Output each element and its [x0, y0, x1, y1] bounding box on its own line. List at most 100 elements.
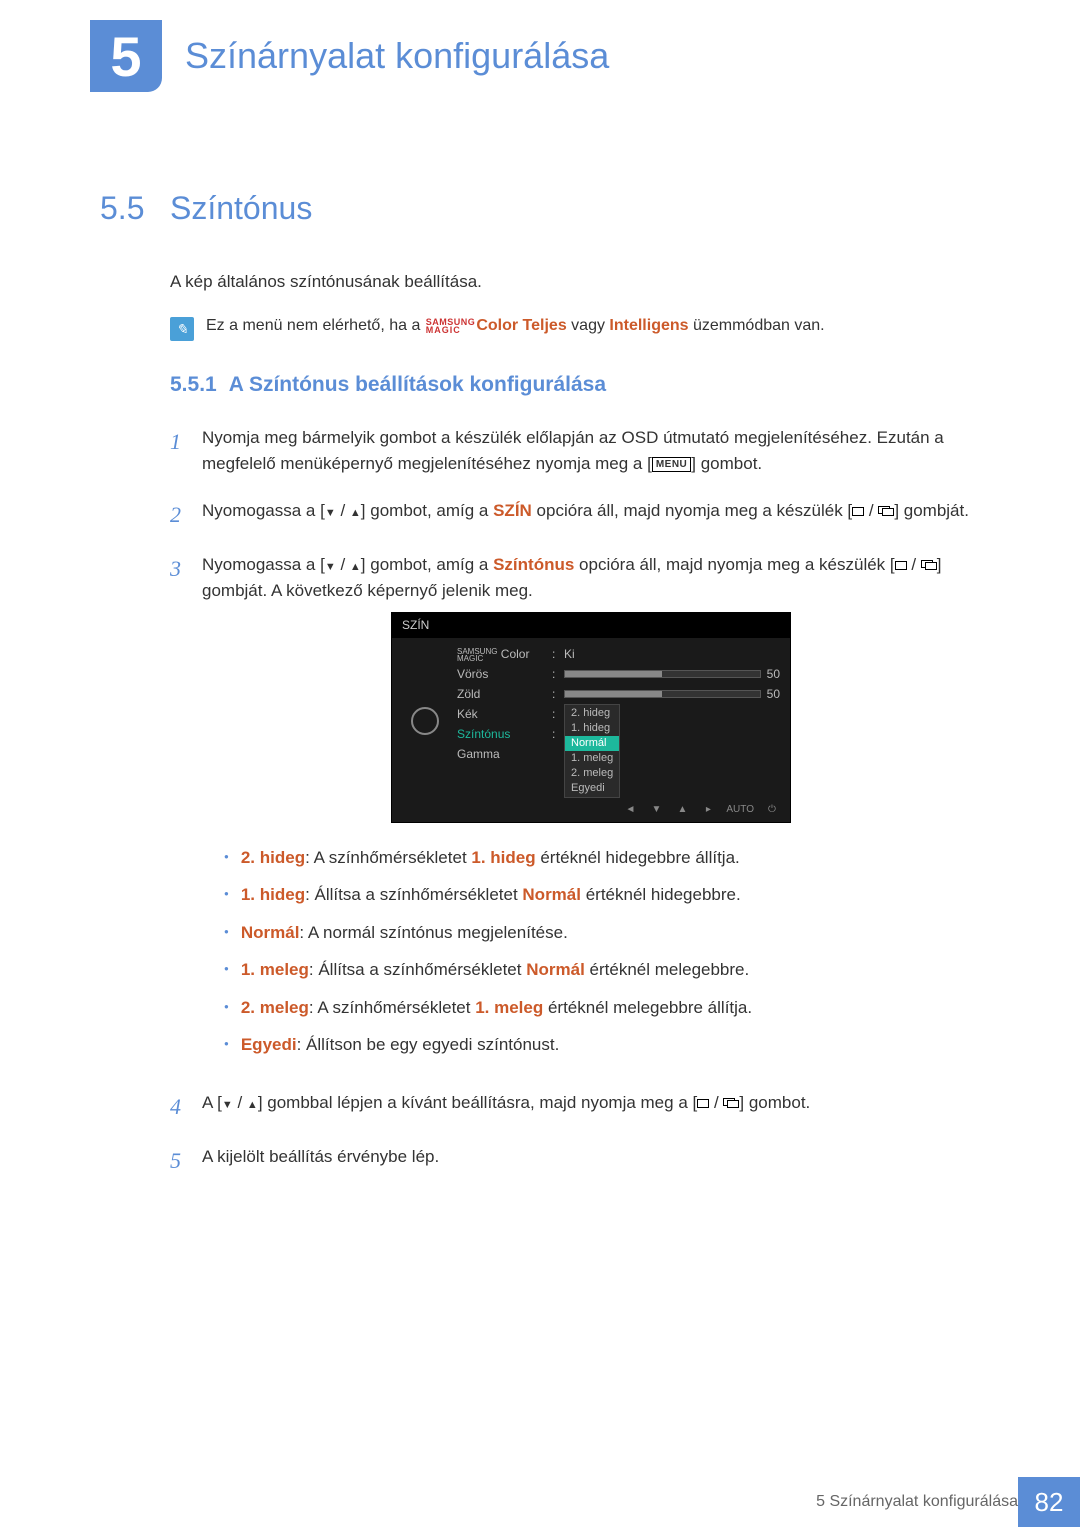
bullet-list: ● 2. hideg: A színhőmérsékletet 1. hideg …	[224, 845, 980, 1058]
subsection-heading: 5.5.1A Színtónus beállítások konfigurálá…	[170, 373, 980, 397]
s1b: ] gombot.	[691, 454, 762, 473]
osd-label-gamma: Gamma	[457, 744, 552, 764]
osd-panel: SZÍN SAMSUNGMAGIC Color Vörös Zöld	[391, 612, 791, 822]
osd-label-zold: Zöld	[457, 684, 552, 704]
osd-sm-bot: MAGIC	[457, 655, 497, 662]
subsection-title: A Színtónus beállítások konfigurálása	[229, 373, 606, 396]
osd-body: SAMSUNGMAGIC Color Vörös Zöld Kék Színtó…	[392, 644, 790, 798]
b1-text: 2. hideg: A színhőmérsékletet 1. hideg é…	[241, 845, 740, 871]
nav-left-icon: ◄	[622, 802, 638, 818]
note-pre: Ez a menü nem elérhető, ha a	[206, 317, 425, 334]
osd-cols: SAMSUNGMAGIC Color Vörös Zöld Kék Színtó…	[457, 644, 780, 798]
note-post: üzemmódban van.	[689, 317, 825, 334]
s3-szintonus: Színtónus	[493, 555, 574, 574]
osd-v50b: 50	[767, 686, 780, 702]
b2t2: értéknél hidegebbre.	[581, 885, 741, 904]
chapter-number-badge: 5	[90, 20, 162, 92]
b3k: Normál	[241, 923, 300, 942]
step-num: 4	[170, 1090, 188, 1124]
note-row: ✎ Ez a menü nem elérhető, ha a SAMSUNGMA…	[170, 317, 980, 341]
nav-enter-icon: ▸	[700, 802, 716, 818]
bullet-normal: ●Normál: A normál színtónus megjelenítés…	[224, 920, 980, 946]
down-arrow-icon	[325, 555, 336, 574]
samsung-magic-logo: SAMSUNGMAGIC	[426, 318, 476, 334]
osd-values: Ki 50 50 2. hideg 1. hideg Normál	[564, 644, 780, 798]
s3c: opcióra áll, majd nyomja meg a készülék …	[574, 555, 894, 574]
osd-nav-bar: ◄ ▼ ▲ ▸ AUTO ⏻	[392, 798, 790, 818]
chapter-title: Színárnyalat konfigurálása	[185, 35, 609, 77]
bullet-1hideg: ●1. hideg: Állítsa a színhőmérsékletet N…	[224, 882, 980, 908]
double-rect-icon	[723, 1098, 739, 1109]
b3-text: Normál: A normál színtónus megjelenítése…	[241, 920, 568, 946]
nav-down-icon: ▼	[648, 802, 664, 818]
down-arrow-icon	[325, 501, 336, 520]
b1t2: értéknél hidegebbre állítja.	[536, 848, 740, 867]
osd-left	[402, 644, 447, 798]
bullet-2hideg: ● 2. hideg: A színhőmérsékletet 1. hideg …	[224, 845, 980, 871]
osd-val-ki: Ki	[564, 644, 780, 664]
osd-opt-1hideg: 1. hideg	[565, 721, 619, 736]
osd-opt-2hideg: 2. hideg	[565, 706, 619, 721]
bullet-2meleg: ● 2. meleg: A színhőmérsékletet 1. meleg …	[224, 995, 980, 1021]
nav-power-icon: ⏻	[764, 802, 780, 818]
b5k: 2. meleg	[241, 998, 309, 1017]
bullet-dot-icon: ●	[224, 851, 229, 871]
step-body: Nyomogassa a [ / ] gombot, amíg a SZÍN o…	[202, 498, 980, 524]
bullet-dot-icon: ●	[224, 1038, 229, 1058]
b1t1: : A színhőmérsékletet	[305, 848, 471, 867]
bullet-1meleg: ● 1. meleg: Állítsa a színhőmérsékletet N…	[224, 957, 980, 983]
osd-ki-text: Ki	[564, 646, 575, 662]
b4-text: 1. meleg: Állítsa a színhőmérsékletet No…	[241, 957, 749, 983]
step-2: 2 Nyomogassa a [ / ] gombot, amíg a SZÍN…	[170, 498, 980, 532]
rect-icon	[852, 507, 864, 516]
s4c: ] gombot.	[739, 1093, 810, 1112]
osd-v50a: 50	[767, 666, 780, 682]
osd-dropdown: 2. hideg 1. hideg Normál 1. meleg 2. mel…	[564, 704, 780, 798]
bullet-dot-icon: ●	[224, 1001, 229, 1021]
osd-title: SZÍN	[392, 613, 790, 638]
b6t1: : Állítson be egy egyedi színtónust.	[297, 1035, 560, 1054]
section-title: Színtónus	[170, 190, 312, 226]
bullet-egyedi: ● Egyedi: Állítson be egy egyedi színtónu…	[224, 1032, 980, 1058]
footer-text: 5 Színárnyalat konfigurálása	[816, 1493, 1018, 1511]
intro-text: A kép általános színtónusának beállítása…	[170, 272, 980, 292]
b4k: 1. meleg	[241, 960, 309, 979]
note-intelligens: Intelligens	[609, 317, 688, 334]
osd-label-voros: Vörös	[457, 664, 552, 684]
note-text: Ez a menü nem elérhető, ha a SAMSUNGMAGI…	[206, 317, 825, 335]
b5k2: 1. meleg	[475, 998, 543, 1017]
up-arrow-icon	[247, 1093, 258, 1112]
nav-up-icon: ▲	[674, 802, 690, 818]
section-heading: 5.5Színtónus	[100, 190, 980, 227]
s3b: ] gombot, amíg a	[361, 555, 493, 574]
menu-button-icon: MENU	[652, 457, 691, 472]
sm-bot: MAGIC	[426, 326, 476, 334]
step-num: 1	[170, 425, 188, 459]
step-body: Nyomogassa a [ / ] gombot, amíg a Színtó…	[202, 552, 980, 1070]
down-arrow-icon	[222, 1093, 233, 1112]
osd-val-zold: 50	[564, 684, 780, 704]
note-teljes: Teljes	[523, 317, 567, 334]
rect-icon	[895, 561, 907, 570]
osd-opt-normal: Normál	[565, 736, 619, 751]
osd-label-magic: SAMSUNGMAGIC Color	[457, 644, 552, 664]
b2k: 1. hideg	[241, 885, 305, 904]
step-num: 3	[170, 552, 188, 586]
slider-bar	[564, 670, 761, 678]
osd-opt-egyedi: Egyedi	[565, 781, 619, 796]
s4b: ] gombbal lépjen a kívánt beállításra, m…	[258, 1093, 697, 1112]
osd-label-kek: Kék	[457, 704, 552, 724]
b6k: Egyedi	[241, 1035, 297, 1054]
osd-dropdown-list: 2. hideg 1. hideg Normál 1. meleg 2. mel…	[564, 704, 620, 798]
palette-icon	[411, 707, 439, 735]
b3t1: : A normál színtónus megjelenítése.	[299, 923, 567, 942]
section-content: 5.5Színtónus A kép általános színtónusán…	[100, 190, 980, 1198]
note-icon: ✎	[170, 317, 194, 341]
bullet-dot-icon: ●	[224, 963, 229, 983]
bullet-dot-icon: ●	[224, 888, 229, 908]
b5-text: 2. meleg: A színhőmérsékletet 1. meleg é…	[241, 995, 752, 1021]
magic-color-word: Color	[476, 317, 518, 334]
steps-list: 1 Nyomja meg bármelyik gombot a készülék…	[170, 425, 980, 1178]
double-rect-icon	[921, 560, 937, 571]
osd-labels: SAMSUNGMAGIC Color Vörös Zöld Kék Színtó…	[457, 644, 552, 798]
